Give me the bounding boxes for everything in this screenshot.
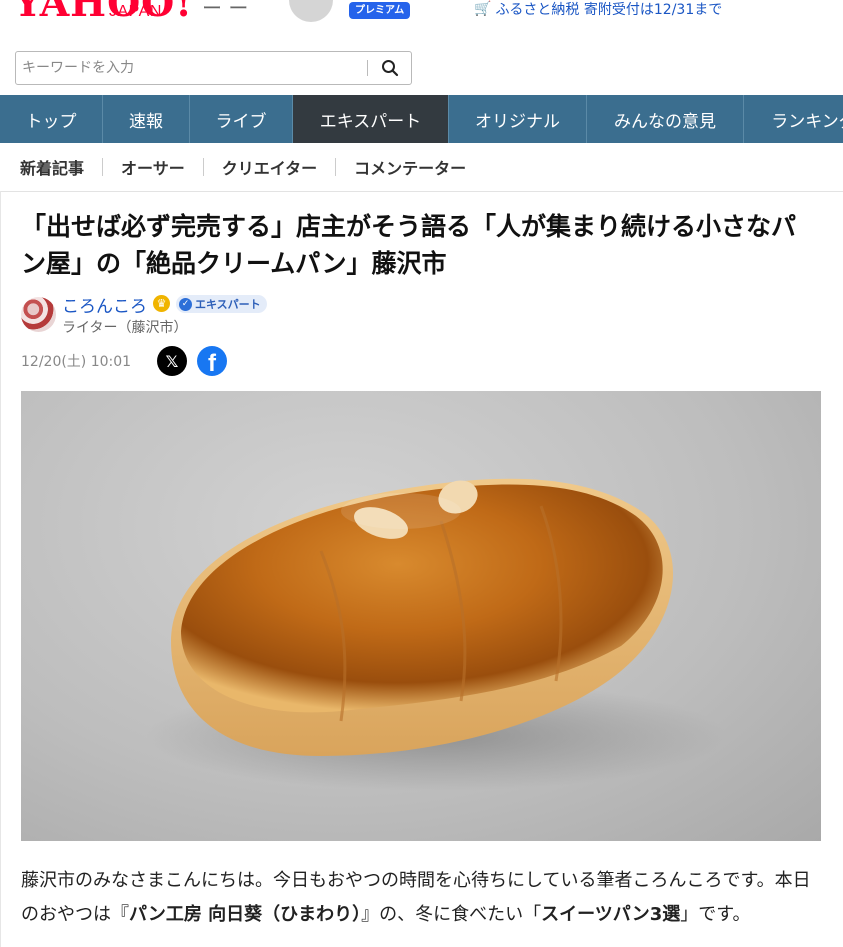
tab-live[interactable]: ライブ: [190, 95, 293, 143]
header-menu-glyph: ー ー: [202, 0, 249, 20]
header-divider: [0, 191, 843, 192]
search-bar: [15, 51, 412, 85]
cream-bun-illustration: [146, 478, 726, 791]
subnav-creators[interactable]: クリエイター: [222, 155, 317, 179]
sweets-bread-heading: スイーツパン3選: [541, 904, 681, 925]
tab-opinions[interactable]: みんなの意見: [587, 95, 744, 143]
yahoo-japan-logo[interactable]: YAHOO! JAPAN: [14, 0, 192, 40]
subnav-new-articles[interactable]: 新着記事: [20, 155, 84, 179]
author-name[interactable]: ころんころ: [62, 292, 147, 317]
search-input[interactable]: [15, 51, 412, 85]
cart-icon: 🛒: [474, 1, 492, 17]
crown-icon: ♛: [153, 295, 170, 312]
subnav-divider: [202, 158, 204, 176]
logo-subtext: JAPAN: [109, 3, 162, 20]
publish-date: 12/20(土) 10:01: [21, 354, 132, 370]
expert-badge: ✓ エキスパート: [176, 295, 267, 313]
facebook-icon: f: [208, 350, 216, 376]
content-border: [0, 191, 1, 947]
subnav-authors[interactable]: オーサー: [121, 155, 185, 179]
logo-text: YAHOO!: [14, 0, 193, 25]
subnav-divider: [102, 158, 104, 176]
body-text-2: 』の、冬に食べたい「: [361, 904, 542, 925]
user-avatar[interactable]: [289, 0, 333, 22]
furusato-link[interactable]: 🛒 ふるさと納税 寄附受付は12/31まで: [474, 0, 722, 19]
subnav-divider: [335, 158, 337, 176]
check-icon: ✓: [179, 297, 192, 311]
search-button[interactable]: [375, 56, 405, 80]
tab-top[interactable]: トップ: [0, 95, 103, 143]
subnav-commentators[interactable]: コメンテーター: [354, 155, 466, 179]
tab-ranking[interactable]: ランキング: [744, 95, 843, 143]
tab-original[interactable]: オリジナル: [449, 95, 587, 143]
author-role: ライター（藤沢市）: [62, 320, 188, 336]
tab-expert[interactable]: エキスパート: [293, 95, 449, 143]
tab-breaking[interactable]: 速報: [103, 95, 190, 143]
article-title: 「出せば必ず完売する」店主がそう語る「人が集まり続ける小さなパン屋」の「絶品クリ…: [21, 212, 797, 278]
search-divider: [367, 60, 368, 76]
expert-badge-label: エキスパート: [195, 298, 261, 311]
hero-image: [21, 391, 821, 841]
search-icon: [382, 60, 399, 77]
share-x-button[interactable]: 𝕏: [157, 346, 187, 376]
body-text-3: 」です。: [680, 904, 751, 925]
article-body: 藤沢市のみなさまこんにちは。今日もおやつの時間を心待ちにしている筆者ころんころで…: [21, 864, 826, 932]
x-logo-icon: 𝕏: [165, 351, 179, 371]
shop-name: パン工房 向日葵（ひまわり）: [129, 904, 362, 925]
furusato-text: ふるさと納税 寄附受付は12/31まで: [495, 2, 723, 18]
premium-badge[interactable]: プレミアム: [349, 2, 411, 19]
author-avatar[interactable]: [21, 297, 56, 332]
share-facebook-button[interactable]: f: [197, 346, 227, 376]
main-nav: トップ 速報 ライブ エキスパート オリジナル みんなの意見 ランキング: [0, 95, 843, 143]
site-header: YAHOO! JAPAN ー ー プレミアム 🛒 ふるさと納税 寄附受付は12/…: [0, 0, 843, 40]
sub-nav: 新着記事 オーサー クリエイター コメンテーター: [20, 153, 466, 181]
